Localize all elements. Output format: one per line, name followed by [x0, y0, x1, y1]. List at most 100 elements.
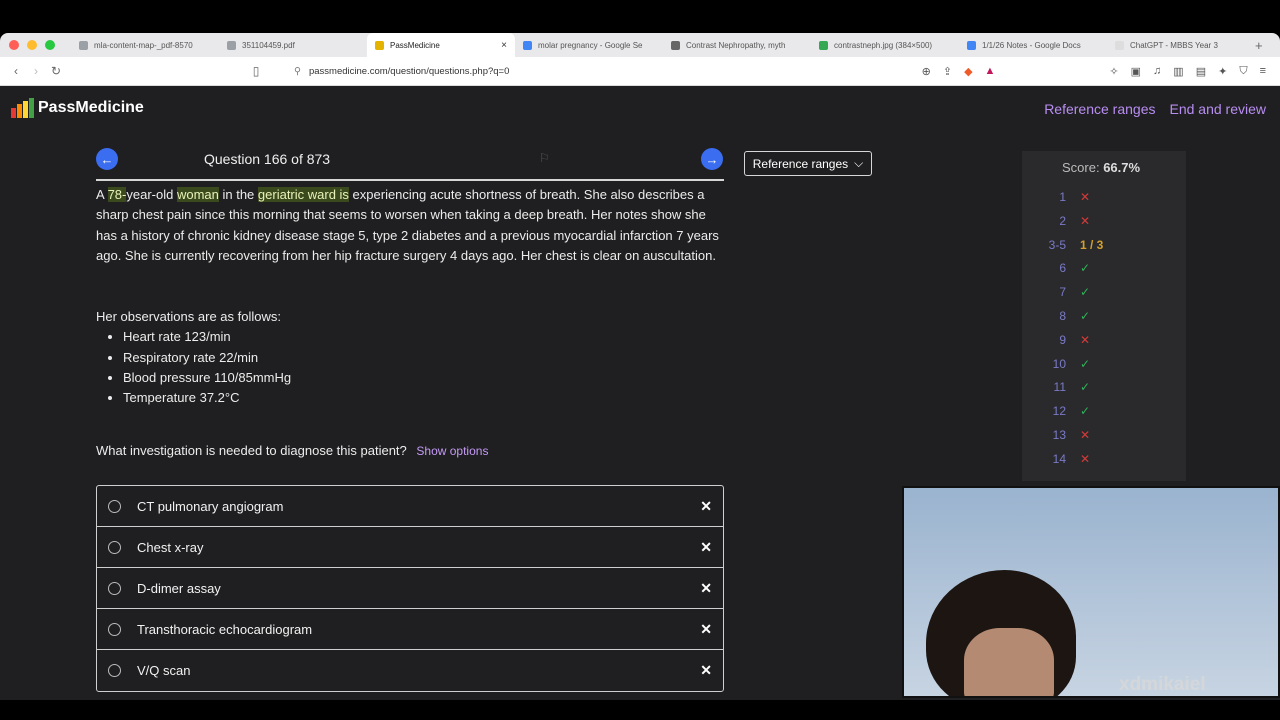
url-field[interactable]: ⚲ passmedicine.com/question/questions.ph… — [294, 66, 922, 77]
radio-button[interactable] — [108, 540, 121, 554]
radio-button[interactable] — [108, 499, 121, 513]
browser-tab[interactable]: 351104459.pdf — [219, 33, 367, 57]
radio-button[interactable] — [108, 664, 121, 677]
rewards-icon[interactable]: ▲ — [985, 65, 996, 78]
radio-button[interactable] — [108, 622, 121, 636]
browser-tab[interactable]: Contrast Nephropathy, myth — [663, 33, 811, 57]
wallet-icon[interactable]: ▣ — [1131, 65, 1141, 78]
extensions-icon[interactable]: ✧ — [1109, 65, 1118, 78]
tab-favicon-icon — [79, 40, 88, 50]
score-value: 66.7% — [1103, 160, 1141, 175]
forward-icon[interactable]: › — [26, 64, 46, 78]
score-row[interactable]: 14 ✕ — [1022, 452, 1186, 472]
score-row[interactable]: 3-5 1 / 3 — [1022, 238, 1186, 258]
score-row[interactable]: 7 ✓ — [1022, 285, 1186, 305]
strike-option-icon[interactable]: ✕ — [700, 498, 712, 515]
strike-option-icon[interactable]: ✕ — [700, 662, 712, 679]
score-row-number: 14 — [1052, 451, 1066, 466]
answer-option[interactable]: D-dimer assay ✕ — [97, 568, 723, 609]
menu-icon[interactable]: ≡ — [1260, 65, 1266, 78]
option-label: Chest x-ray — [137, 539, 204, 555]
reload-icon[interactable]: ↻ — [46, 64, 66, 78]
stem-text: in the — [218, 187, 258, 202]
prev-question-icon[interactable]: ← — [96, 148, 118, 170]
observation-item: Temperature 37.2°C — [123, 388, 291, 408]
media-icon[interactable]: ♫ — [1153, 65, 1161, 78]
nav-end-and-review[interactable]: End and review — [1169, 101, 1266, 117]
tab-label: ChatGPT - MBBS Year 3 — [1130, 40, 1218, 50]
sidebar-icon[interactable]: ▥ — [1173, 65, 1183, 78]
incorrect-icon: ✕ — [1080, 332, 1091, 347]
leo-icon[interactable]: ✦ — [1218, 65, 1227, 78]
nav-reference-ranges[interactable]: Reference ranges — [1044, 101, 1155, 117]
observation-item: Heart rate 123/min — [123, 327, 291, 347]
answer-option[interactable]: CT pulmonary angiogram ✕ — [97, 486, 723, 527]
minimize-window-button[interactable] — [27, 40, 37, 50]
vpn-icon[interactable]: ⛉ — [1239, 65, 1247, 78]
stem-highlight: 78- — [107, 187, 127, 202]
score-row[interactable]: 9 ✕ — [1022, 333, 1186, 353]
strike-option-icon[interactable]: ✕ — [700, 580, 712, 597]
answer-option[interactable]: Chest x-ray ✕ — [97, 527, 723, 568]
incorrect-icon: ✕ — [1080, 451, 1091, 466]
score-row[interactable]: 8 ✓ — [1022, 309, 1186, 329]
tab-favicon-icon — [1115, 40, 1124, 50]
browser-tab[interactable]: ChatGPT - MBBS Year 3 — [1107, 33, 1255, 57]
score-row[interactable]: 2 ✕ — [1022, 214, 1186, 234]
answer-option[interactable]: Transthoracic echocardiogram ✕ — [97, 609, 723, 650]
close-window-button[interactable] — [9, 40, 19, 50]
strike-option-icon[interactable]: ✕ — [700, 621, 712, 638]
score-row-number: 2 — [1059, 213, 1066, 228]
strike-option-icon[interactable]: ✕ — [700, 539, 712, 556]
observation-item: Blood pressure 110/85mmHg — [123, 368, 291, 388]
browser-tab[interactable]: PassMedicine × — [367, 33, 515, 57]
radio-button[interactable] — [108, 581, 121, 595]
score-row[interactable]: 1 ✕ — [1022, 190, 1186, 210]
passmedicine-app: PassMedicine Reference ranges End and re… — [0, 86, 1280, 700]
score-row[interactable]: 12 ✓ — [1022, 404, 1186, 424]
score-row[interactable]: 6 ✓ — [1022, 261, 1186, 281]
observations-title: Her observations are as follows: — [96, 309, 281, 324]
brave-shield-icon[interactable]: ◆ — [964, 65, 972, 78]
browser-tab[interactable]: mla-content-map-_pdf-8570 — [71, 33, 219, 57]
score-row-number: 6 — [1059, 261, 1066, 276]
stem-highlight: woman — [176, 187, 219, 202]
tab-label: molar pregnancy - Google Se — [538, 40, 643, 50]
next-question-icon[interactable]: → — [701, 148, 723, 170]
tab-label: Contrast Nephropathy, myth — [686, 40, 786, 50]
score-row-number: 11 — [1053, 380, 1066, 395]
stem-text: year-old — [126, 187, 177, 202]
tab-favicon-icon — [227, 40, 236, 50]
reference-ranges-dropdown[interactable]: Reference ranges ⌵ — [744, 151, 872, 176]
score-row-number: 3-5 — [1048, 237, 1066, 252]
site-settings-icon[interactable]: ⚲ — [294, 66, 301, 77]
window-controls — [9, 40, 55, 50]
option-label: V/Q scan — [137, 663, 191, 678]
option-label: D-dimer assay — [137, 580, 221, 596]
browser-tab[interactable]: 1/1/26 Notes - Google Docs — [959, 33, 1107, 57]
back-icon[interactable]: ‹ — [6, 64, 26, 78]
top-nav: Reference ranges End and review — [1044, 101, 1266, 117]
share-icon[interactable]: ⇪ — [943, 65, 952, 78]
logo[interactable]: PassMedicine — [11, 98, 144, 118]
zoom-icon[interactable]: ⊕ — [922, 65, 931, 78]
flag-icon[interactable]: ⚐ — [539, 151, 550, 165]
zoom-window-button[interactable] — [45, 40, 55, 50]
answer-option[interactable]: V/Q scan ✕ — [97, 650, 723, 691]
browser-tab[interactable]: molar pregnancy - Google Se — [515, 33, 663, 57]
tab-search-icon[interactable]: ▤ — [1196, 65, 1206, 78]
bookmark-icon[interactable]: ▯ — [246, 64, 266, 78]
show-options-link[interactable]: Show options — [416, 444, 488, 458]
score-row[interactable]: 13 ✕ — [1022, 428, 1186, 448]
score-row-number: 8 — [1059, 309, 1066, 323]
incorrect-icon: ✕ — [1080, 428, 1091, 442]
question-stem: A 78-year-old woman in the geriatric war… — [96, 185, 728, 266]
browser-tab[interactable]: contrastneph.jpg (384×500) — [811, 33, 959, 57]
tab-close-icon[interactable]: × — [501, 40, 507, 51]
new-tab-icon[interactable]: + — [1255, 38, 1263, 53]
score-row[interactable]: 11 ✓ — [1022, 380, 1186, 400]
score-row[interactable]: 10 ✓ — [1022, 357, 1186, 377]
tab-list: mla-content-map-_pdf-8570 351104459.pdf Pa… — [71, 33, 1255, 57]
correct-icon: ✓ — [1080, 309, 1091, 323]
option-label: Transthoracic echocardiogram — [137, 621, 313, 637]
